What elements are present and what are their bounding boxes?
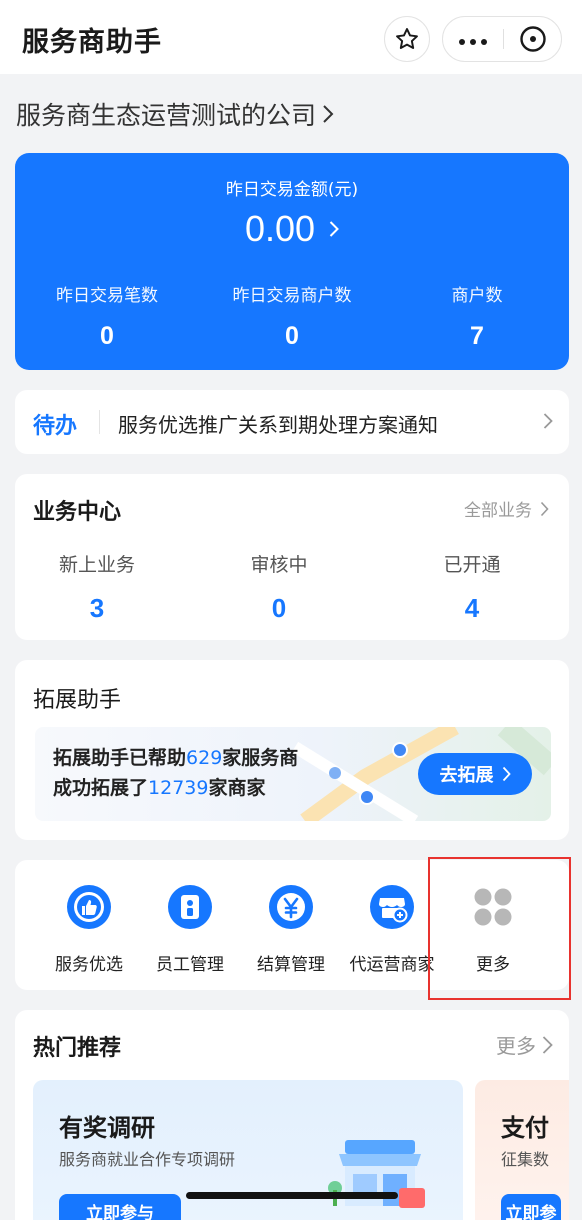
business-center-card: 业务中心 全部业务 新上业务 3 审核中 0 已开通 4 <box>15 474 569 640</box>
expansion-title: 拓展助手 <box>33 688 122 713</box>
company-name: 服务商生态运营测试的公司 <box>16 101 317 130</box>
staff-icon <box>168 885 212 929</box>
chevron-right-icon <box>542 1035 553 1054</box>
expansion-line1-prefix: 拓展助手已帮助 <box>53 747 187 769</box>
amount-value: 0.00 <box>244 208 316 249</box>
tool-service-select[interactable]: 服务优选 <box>37 884 141 975</box>
business-new[interactable]: 新上业务 3 <box>27 550 167 624</box>
chevron-right-icon <box>323 105 334 123</box>
recommendation-title: 支付 <box>501 1114 549 1142</box>
todo-divider <box>99 410 100 434</box>
stat-value: 7 <box>470 322 484 350</box>
page-title: 服务商助手 <box>22 27 162 58</box>
participate-button[interactable]: 立即参与 <box>59 1194 181 1220</box>
stat-merchant-total: 商户数 7 <box>385 281 569 351</box>
recommendation-subtitle: 服务商就业合作专项调研 <box>59 1150 236 1169</box>
chevron-right-icon <box>540 501 549 516</box>
amount-link[interactable]: 0.00 <box>15 208 569 250</box>
more-options-button[interactable] <box>443 17 503 61</box>
todo-text: 服务优选推广关系到期处理方案通知 <box>118 413 438 437</box>
all-business-label: 全部业务 <box>464 501 532 521</box>
business-value: 3 <box>89 593 105 623</box>
close-circle-icon <box>520 26 546 52</box>
company-selector[interactable]: 服务商生态运营测试的公司 <box>16 96 334 132</box>
business-activated[interactable]: 已开通 4 <box>402 550 542 624</box>
chevron-right-icon <box>329 221 339 237</box>
go-expand-button[interactable]: 去拓展 <box>418 753 532 795</box>
tool-staff-management[interactable]: 员工管理 <box>138 884 242 975</box>
recommendation-card-payment[interactable]: 支付 征集数 立即参与 <box>475 1080 569 1220</box>
tool-label: 员工管理 <box>156 955 224 975</box>
hot-more-link[interactable]: 更多 <box>496 1030 553 1059</box>
stat-yesterday-count: 昨日交易笔数 0 <box>15 281 199 351</box>
thumbs-up-icon <box>67 885 111 929</box>
stat-value: 0 <box>100 322 114 350</box>
all-business-link[interactable]: 全部业务 <box>464 496 549 521</box>
expansion-text: 拓展助手已帮助629家服务商 成功拓展了12739家商家 <box>53 743 298 803</box>
highlight-box <box>428 857 571 1000</box>
star-icon <box>396 28 418 49</box>
tool-label: 服务优选 <box>55 955 123 975</box>
expansion-merchant-count: 12739 <box>148 777 209 799</box>
expansion-banner[interactable]: 拓展助手已帮助629家服务商 成功拓展了12739家商家 去拓展 <box>35 727 551 821</box>
tool-label: 结算管理 <box>257 955 325 975</box>
business-label: 已开通 <box>443 554 501 576</box>
nav-bar: 服务商助手 <box>0 0 582 74</box>
more-dots-icon <box>457 30 490 49</box>
expansion-line1-suffix: 家服务商 <box>222 747 299 769</box>
todo-notice[interactable]: 待办 服务优选推广关系到期处理方案通知 <box>15 390 569 454</box>
recommendation-subtitle: 征集数 <box>501 1150 550 1169</box>
chevron-right-icon <box>502 766 511 782</box>
recommendation-title: 有奖调研 <box>59 1114 155 1142</box>
business-center-title: 业务中心 <box>33 500 122 525</box>
go-expand-label: 去拓展 <box>439 765 494 786</box>
business-label: 新上业务 <box>58 554 135 576</box>
hot-title: 热门推荐 <box>33 1036 122 1061</box>
hot-more-label: 更多 <box>496 1034 536 1058</box>
store-plus-icon <box>370 885 414 929</box>
stat-label: 昨日交易笔数 <box>56 286 158 306</box>
todo-tag: 待办 <box>33 414 78 439</box>
stat-value: 0 <box>285 322 299 350</box>
expansion-line2-prefix: 成功拓展了 <box>53 777 149 799</box>
favorite-button[interactable] <box>384 16 430 62</box>
expansion-line2-suffix: 家商家 <box>208 777 266 799</box>
stat-label: 商户数 <box>451 286 503 306</box>
yen-icon <box>269 885 313 929</box>
stat-label: 昨日交易商户数 <box>232 286 352 306</box>
business-reviewing[interactable]: 审核中 0 <box>209 550 349 624</box>
stat-yesterday-merchants: 昨日交易商户数 0 <box>200 281 384 351</box>
business-value: 4 <box>464 593 480 623</box>
tool-settlement-management[interactable]: 结算管理 <box>239 884 343 975</box>
expansion-provider-count: 629 <box>186 747 223 769</box>
home-indicator <box>186 1192 398 1199</box>
transaction-stats-card: 昨日交易金额(元) 0.00 昨日交易笔数 0 昨日交易商户数 0 商户数 7 <box>15 153 569 370</box>
hot-recommendations-card: 热门推荐 更多 有奖调研 服务商就业合作专项调研 立即参与 支付 征集数 立即参… <box>15 1010 569 1220</box>
expansion-assistant-card: 拓展助手 拓展助手已帮助629家服务商 成功拓展了12739家商家 去拓展 <box>15 660 569 840</box>
storefront-illustration <box>328 1140 425 1208</box>
participate-button[interactable]: 立即参与 <box>501 1194 561 1220</box>
close-button[interactable] <box>504 17 562 61</box>
amount-label: 昨日交易金额(元) <box>225 180 359 200</box>
business-label: 审核中 <box>250 554 308 576</box>
mini-program-capsule <box>442 16 562 62</box>
chevron-right-icon <box>543 413 553 429</box>
recommendation-card-survey[interactable]: 有奖调研 服务商就业合作专项调研 立即参与 <box>33 1080 463 1220</box>
business-value: 0 <box>271 593 287 623</box>
